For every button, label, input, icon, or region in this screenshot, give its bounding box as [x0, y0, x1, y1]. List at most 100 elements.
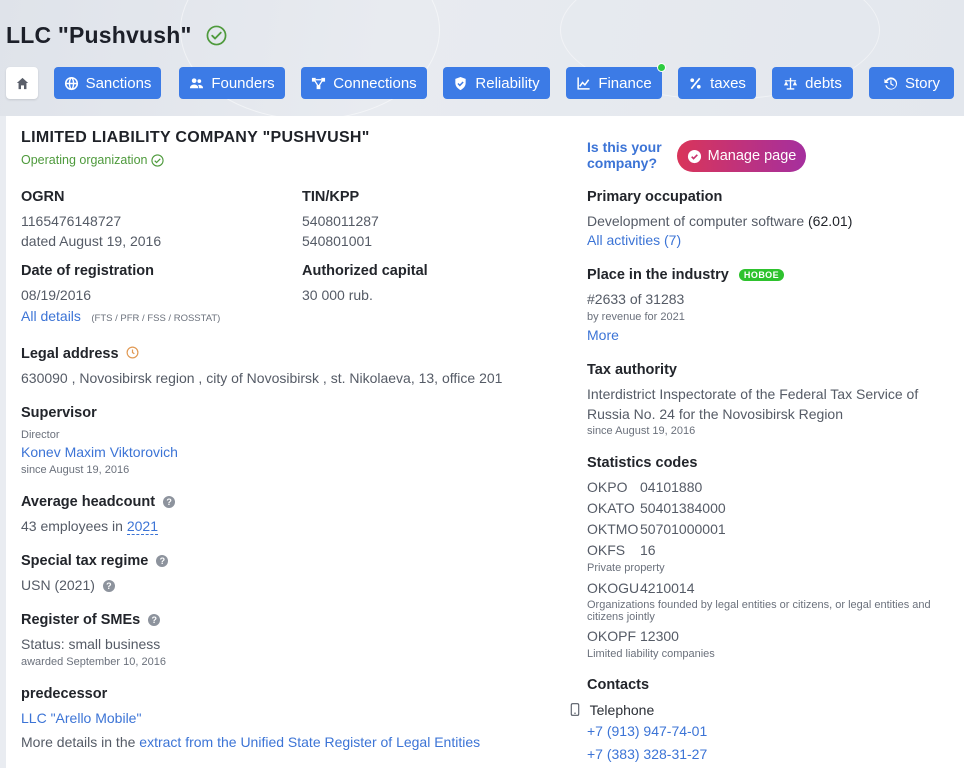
shield-check-icon — [455, 76, 467, 90]
title-row: LLC "Pushvush" — [6, 19, 227, 51]
tab-story[interactable]: Story — [869, 67, 954, 99]
tab-sanctions-label: Sanctions — [85, 74, 152, 92]
industry-label-row: Place in the industry НОВОЕ — [587, 267, 785, 283]
tab-finance[interactable]: Finance — [566, 63, 666, 99]
shield-check-icon — [687, 149, 701, 163]
help-icon[interactable]: ? — [102, 580, 115, 593]
predecessor-link[interactable]: LLC "Arello Mobile" — [21, 710, 141, 726]
ogrn-label: OGRN — [21, 189, 65, 205]
occupation-value-row: Development of computer software (62.01) — [587, 211, 852, 231]
tax-regime-label: Special tax regime — [21, 553, 149, 569]
home-tab[interactable] — [6, 67, 38, 99]
headcount-value: 43 employees in 2021 — [21, 516, 158, 536]
egrul-extract-link[interactable]: extract from the Unified State Register … — [139, 734, 480, 750]
headcount-year-link[interactable]: 2021 — [126, 518, 158, 535]
legal-address-label-row: Legal address — [21, 346, 139, 362]
headcount-text: 43 employees in — [21, 518, 123, 534]
stat-okogu: OKOGU 4210014 — [587, 578, 947, 599]
manage-page-button[interactable]: Manage page — [677, 140, 806, 172]
history-icon — [884, 76, 898, 90]
stat-okopf: OKOPF 12300 — [587, 626, 947, 647]
tax-authority-since: since August 19, 2016 — [587, 425, 696, 437]
stat-value: 4210014 — [640, 580, 695, 596]
okopf-note: Limited liability companies — [587, 648, 715, 660]
page-title: LLC "Pushvush" — [6, 21, 192, 48]
supervisor-label: Supervisor — [21, 405, 97, 421]
chart-icon — [577, 76, 590, 90]
ogrn-date: dated August 19, 2016 — [21, 233, 162, 249]
capital-value: 30 000 rub. — [302, 287, 373, 303]
tax-authority-value: Interdistrict Inspectorate of the Federa… — [587, 386, 919, 422]
okfs-note: Private property — [587, 562, 665, 574]
tax-regime-value-row: USN (2021) ? — [21, 575, 115, 595]
tab-taxes[interactable]: taxes — [678, 67, 756, 99]
occupation-label: Primary occupation — [587, 189, 723, 205]
statistics-codes-label: Statistics codes — [587, 455, 698, 471]
stat-okato: OKATO 50401384000 — [587, 498, 947, 519]
stat-okfs: OKFS 16 — [587, 540, 947, 561]
stat-key: OKATO — [587, 500, 635, 516]
stat-value: 12300 — [640, 628, 679, 644]
supervisor-name-link[interactable]: Konev Maxim Viktorovich — [21, 444, 178, 460]
more-details-row: More details in the extract from the Uni… — [21, 732, 480, 752]
telephone-label: Telephone — [589, 702, 655, 718]
is-this-your-company[interactable]: Is this your company? — [587, 139, 667, 171]
stat-value: 50701000001 — [640, 521, 726, 537]
details-sources: (FTS / PFR / FSS / ROSSTAT) — [91, 313, 221, 324]
tab-reliability[interactable]: Reliability — [443, 67, 550, 99]
home-icon — [16, 77, 28, 89]
manage-page-label: Manage page — [707, 148, 797, 164]
headcount-label-row: Average headcount ? — [21, 494, 176, 510]
stat-value: 50401384000 — [640, 500, 726, 516]
tin-label: TIN/KPP — [302, 189, 360, 205]
percent-icon — [690, 77, 701, 89]
tab-sanctions[interactable]: Sanctions — [54, 67, 161, 99]
status-check-icon — [151, 153, 165, 167]
all-details-row: All details (FTS / PFR / FSS / ROSSTAT) — [21, 308, 220, 326]
tin-value: 5408011287 540801001 — [302, 211, 379, 251]
industry-rank: #2633 of 31283 — [587, 291, 685, 307]
phone-link-2[interactable]: +7 (383) 328-31-27 — [587, 746, 707, 762]
help-icon[interactable]: ? — [163, 496, 176, 509]
stat-okpo: OKPO 04101880 — [587, 477, 947, 498]
verified-check-icon — [206, 25, 227, 45]
tab-founders[interactable]: Founders — [179, 67, 285, 99]
stat-key: OKOPF — [587, 628, 637, 644]
statistics-codes-list: OKPO 04101880 OKATO 50401384000 OKTMO 50701… — [587, 477, 947, 661]
industry-more-link[interactable]: More — [587, 327, 619, 343]
supervisor-role: Director — [21, 429, 60, 441]
occupation-code: (62.01) — [808, 213, 853, 229]
phone-link-1[interactable]: +7 (913) 947-74-01 — [587, 723, 707, 739]
company-card: LIMITED LIABILITY COMPANY "PUSHVUSH" Ope… — [6, 116, 964, 768]
globe-icon — [64, 76, 78, 90]
network-icon — [312, 77, 326, 89]
registration-date-label: Date of registration — [21, 263, 154, 279]
tab-finance-label: Finance — [598, 74, 652, 92]
stat-value: 16 — [640, 542, 656, 558]
stat-key: OKTMO — [587, 521, 639, 537]
new-badge: НОВОЕ — [738, 269, 785, 282]
clock-icon[interactable] — [126, 346, 139, 359]
sme-label: Register of SMEs — [21, 612, 141, 628]
kpp-number: 540801001 — [302, 233, 373, 249]
tab-reliability-label: Reliability — [475, 74, 540, 92]
sme-awarded: awarded September 10, 2016 — [21, 656, 166, 668]
stat-oktmo: OKTMO 50701000001 — [587, 519, 947, 540]
all-details-link[interactable]: All details — [21, 308, 81, 324]
help-icon[interactable]: ? — [156, 555, 169, 568]
tab-debts[interactable]: debts — [772, 67, 853, 99]
tab-story-label: Story — [904, 74, 940, 92]
contacts-label: Contacts — [587, 677, 650, 693]
tax-authority-label: Tax authority — [587, 362, 677, 378]
stat-key: OKFS — [587, 542, 626, 558]
phone-icon — [570, 703, 580, 716]
predecessor-label: predecessor — [21, 686, 108, 702]
all-activities-link[interactable]: All activities (7) — [587, 232, 681, 248]
more-details-text: More details in the — [21, 734, 136, 750]
company-status: Operating organization — [21, 153, 165, 167]
tin-number: 5408011287 — [302, 213, 379, 229]
capital-label: Authorized capital — [302, 263, 428, 279]
legal-address-label: Legal address — [21, 346, 119, 362]
help-icon[interactable]: ? — [148, 614, 161, 627]
tab-connections[interactable]: Connections — [301, 67, 427, 99]
